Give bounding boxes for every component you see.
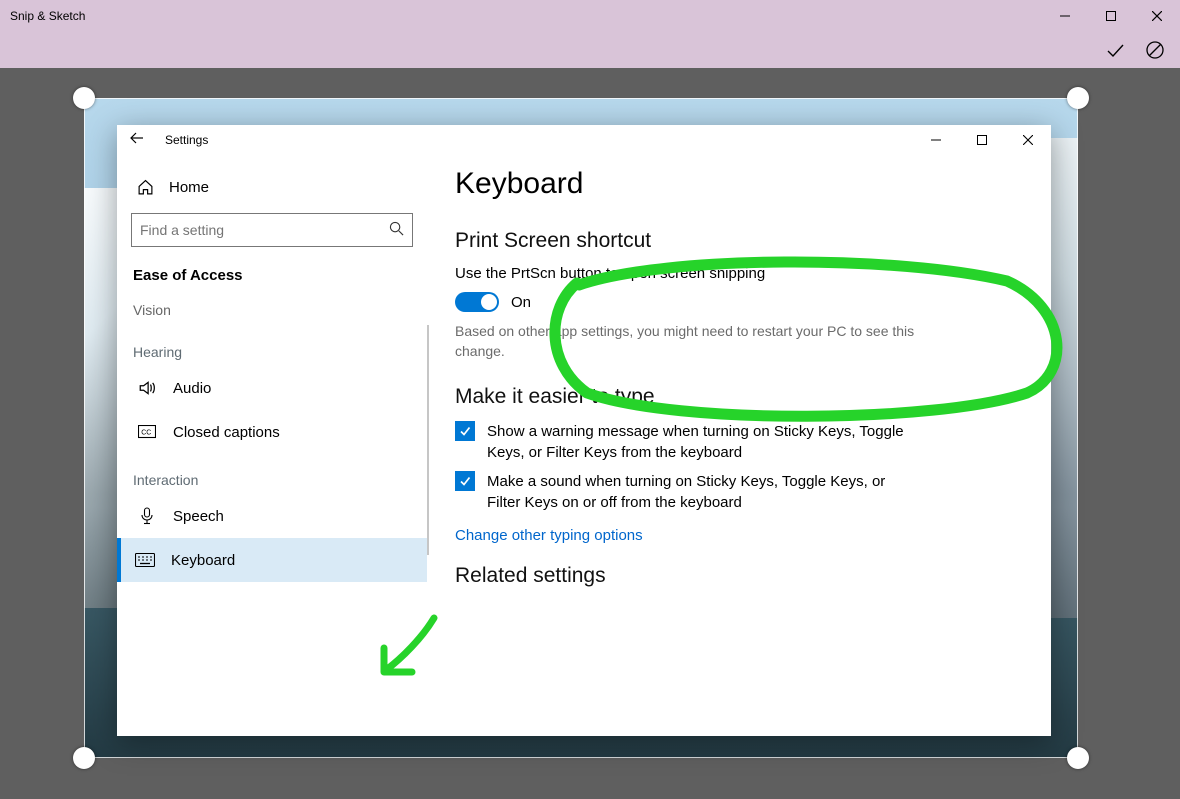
- section-print-screen-title: Print Screen shortcut: [455, 229, 1027, 253]
- close-button[interactable]: [1134, 0, 1180, 32]
- settings-sidebar: Home Ease of Access Vision Hearing Audio: [117, 155, 427, 736]
- microphone-icon: [137, 507, 157, 525]
- sidebar-item-speech[interactable]: Speech: [131, 494, 413, 538]
- sidebar-item-label: Speech: [173, 508, 224, 525]
- crop-handle-br[interactable]: [1067, 747, 1089, 769]
- settings-window-title: Settings: [165, 133, 208, 147]
- sidebar-home-label: Home: [169, 179, 209, 196]
- snip-sketch-titlebar: Snip & Sketch: [0, 0, 1180, 32]
- sidebar-group-vision[interactable]: Vision: [131, 294, 413, 326]
- app-title: Snip & Sketch: [10, 9, 85, 23]
- svg-text:CC: CC: [141, 430, 151, 437]
- snip-canvas: Settings Home: [0, 68, 1180, 799]
- sidebar-category: Ease of Access: [131, 261, 413, 294]
- crop-handle-tl[interactable]: [73, 87, 95, 109]
- confirm-icon[interactable]: [1104, 39, 1126, 61]
- settings-window: Settings Home: [117, 125, 1051, 736]
- closed-captions-icon: CC: [137, 425, 157, 439]
- search-input[interactable]: [140, 222, 370, 238]
- sidebar-home[interactable]: Home: [131, 165, 413, 209]
- home-icon: [135, 179, 155, 196]
- keyboard-icon: [135, 553, 155, 567]
- crop-edge[interactable]: [84, 98, 85, 758]
- minimize-button[interactable]: [1042, 0, 1088, 32]
- prtscn-toggle-state: On: [511, 294, 531, 311]
- cancel-icon[interactable]: [1144, 39, 1166, 61]
- maximize-button[interactable]: [1088, 0, 1134, 32]
- section-related-title: Related settings: [455, 564, 1027, 588]
- sidebar-group-hearing: Hearing: [131, 326, 413, 366]
- prtscn-hint: Based on other app settings, you might n…: [455, 322, 935, 361]
- snip-sketch-toolbar: [0, 32, 1180, 68]
- search-input-wrapper[interactable]: [131, 213, 413, 247]
- checkbox-sound-label: Make a sound when turning on Sticky Keys…: [487, 471, 915, 513]
- sidebar-item-audio[interactable]: Audio: [131, 366, 413, 410]
- back-button[interactable]: [125, 130, 149, 150]
- change-typing-options-link[interactable]: Change other typing options: [455, 527, 1027, 544]
- sidebar-item-label: Closed captions: [173, 424, 280, 441]
- sidebar-item-keyboard[interactable]: Keyboard: [117, 538, 427, 582]
- search-icon: [389, 221, 404, 239]
- crop-edge[interactable]: [84, 757, 1078, 758]
- checkbox-warning[interactable]: [455, 421, 475, 441]
- settings-close-button[interactable]: [1005, 125, 1051, 155]
- prtscn-toggle[interactable]: [455, 292, 499, 312]
- settings-minimize-button[interactable]: [913, 125, 959, 155]
- scrollbar[interactable]: [427, 325, 429, 555]
- sidebar-item-label: Audio: [173, 380, 211, 397]
- settings-titlebar: Settings: [117, 125, 1051, 155]
- checkbox-sound[interactable]: [455, 471, 475, 491]
- page-title: Keyboard: [455, 167, 1027, 201]
- settings-content: Keyboard Print Screen shortcut Use the P…: [427, 155, 1051, 736]
- sidebar-group-interaction: Interaction: [131, 454, 413, 494]
- prtscn-description: Use the PrtScn button to open screen sni…: [455, 265, 1027, 282]
- crop-handle-tr[interactable]: [1067, 87, 1089, 109]
- crop-handle-bl[interactable]: [73, 747, 95, 769]
- settings-maximize-button[interactable]: [959, 125, 1005, 155]
- section-easier-type-title: Make it easier to type: [455, 385, 1027, 409]
- sidebar-item-label: Keyboard: [171, 552, 235, 569]
- crop-edge[interactable]: [84, 98, 1078, 99]
- sidebar-item-closed-captions[interactable]: CC Closed captions: [131, 410, 413, 454]
- crop-edge[interactable]: [1077, 98, 1078, 758]
- audio-icon: [137, 379, 157, 397]
- checkbox-warning-label: Show a warning message when turning on S…: [487, 421, 915, 463]
